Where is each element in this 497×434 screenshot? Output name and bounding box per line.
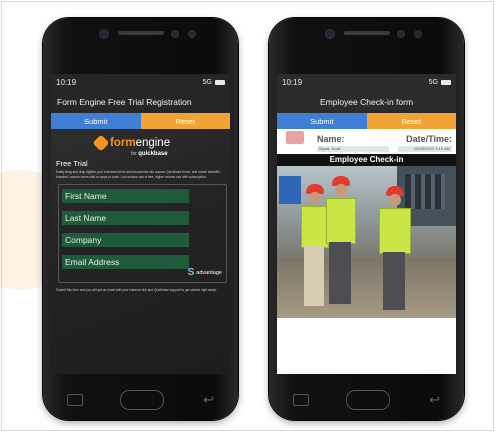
company-field[interactable]: Company [62, 233, 189, 247]
navigation-bar: ↩ [43, 386, 238, 412]
date-label: Date/Time: [406, 134, 452, 144]
section-title: Free Trial [56, 159, 88, 168]
phone-left: 10:19 5G Form Engine Free Trial Registra… [43, 18, 238, 420]
navigation-bar: ↩ [269, 386, 464, 412]
brand-name-part2: engine [135, 137, 171, 149]
recent-apps-icon[interactable] [293, 394, 309, 406]
status-time: 10:19 [282, 78, 303, 87]
worksite-photo [277, 166, 456, 318]
worker-pants [383, 252, 405, 310]
speaker-grille [343, 31, 390, 35]
advantage-icon: S [187, 267, 195, 278]
worker-head [309, 192, 321, 204]
fields-container: First Name Last Name Company Email Addre… [58, 184, 227, 283]
email-field[interactable]: Email Address [62, 255, 189, 269]
front-camera-icon [325, 29, 335, 39]
back-icon[interactable]: ↩ [203, 392, 214, 408]
action-bar: Submit Reset [277, 113, 456, 129]
first-name-field[interactable]: First Name [62, 189, 189, 203]
brand-name-part1: form [110, 137, 136, 149]
last-name-field[interactable]: Last Name [62, 211, 189, 225]
formengine-icon [92, 134, 110, 152]
safety-vest [379, 208, 411, 254]
reset-button[interactable]: Reset [366, 113, 456, 129]
reset-button[interactable]: Reset [140, 113, 230, 129]
worker-head [389, 194, 401, 206]
registration-form: formengine for quickbase Free Trial Easi… [51, 129, 230, 374]
back-icon[interactable]: ↩ [429, 392, 440, 408]
phone-screen: 10:19 5G Employee Check-in form Submit R… [277, 74, 456, 374]
worker-figure [373, 186, 417, 318]
action-bar: Submit Reset [51, 113, 230, 129]
worker-pants [329, 242, 351, 304]
sensor-icon [171, 30, 179, 38]
section-header: Employee Check-in [277, 154, 456, 166]
date-value[interactable]: 03/25/2022 9:19 AM [398, 146, 452, 152]
form-description: Easily drag and drop digitize your busin… [56, 170, 221, 179]
form-footnote: Submit this form and you will get an ema… [56, 288, 217, 292]
battery-icon [441, 80, 451, 85]
network-label: 5G [428, 79, 438, 86]
name-value[interactable]: Wyatt, Scott [317, 146, 389, 152]
sensor-icon [414, 30, 422, 38]
recent-apps-icon[interactable] [67, 394, 83, 406]
speaker-grille [117, 31, 164, 35]
advantage-label: advantage [196, 269, 222, 276]
status-time: 10:19 [56, 78, 77, 87]
home-button[interactable] [119, 390, 164, 410]
battery-icon [215, 80, 225, 85]
front-camera-icon [99, 29, 109, 39]
page-title: Employee Check-in form [319, 97, 414, 107]
name-label: Name: [317, 134, 345, 144]
network-label: 5G [202, 79, 212, 86]
company-logo [286, 131, 304, 144]
page-title: Form Engine Free Trial Registration [57, 97, 192, 107]
sensor-icon [188, 30, 196, 38]
submit-button[interactable]: Submit [277, 113, 367, 129]
brand-by: for [131, 151, 137, 157]
sensor-icon [397, 30, 405, 38]
formengine-logo: formengine [92, 134, 171, 152]
worker-figure [321, 176, 361, 316]
checkin-form: Name: Date/Time: Wyatt, Scott 03/25/2022… [277, 129, 456, 374]
quickbase-logo: quickbase [138, 151, 168, 157]
home-button[interactable] [345, 390, 390, 410]
safety-vest [326, 198, 356, 244]
status-bar: 10:19 5G [277, 74, 456, 91]
status-bar: 10:19 5G [51, 74, 230, 91]
advantage-logo: S advantage [188, 267, 222, 278]
quickbase-tagline: for quickbase [131, 151, 168, 157]
phone-right: 10:19 5G Employee Check-in form Submit R… [269, 18, 464, 420]
worker-head [335, 184, 347, 196]
phone-screen: 10:19 5G Form Engine Free Trial Registra… [51, 74, 230, 374]
submit-button[interactable]: Submit [51, 113, 141, 129]
